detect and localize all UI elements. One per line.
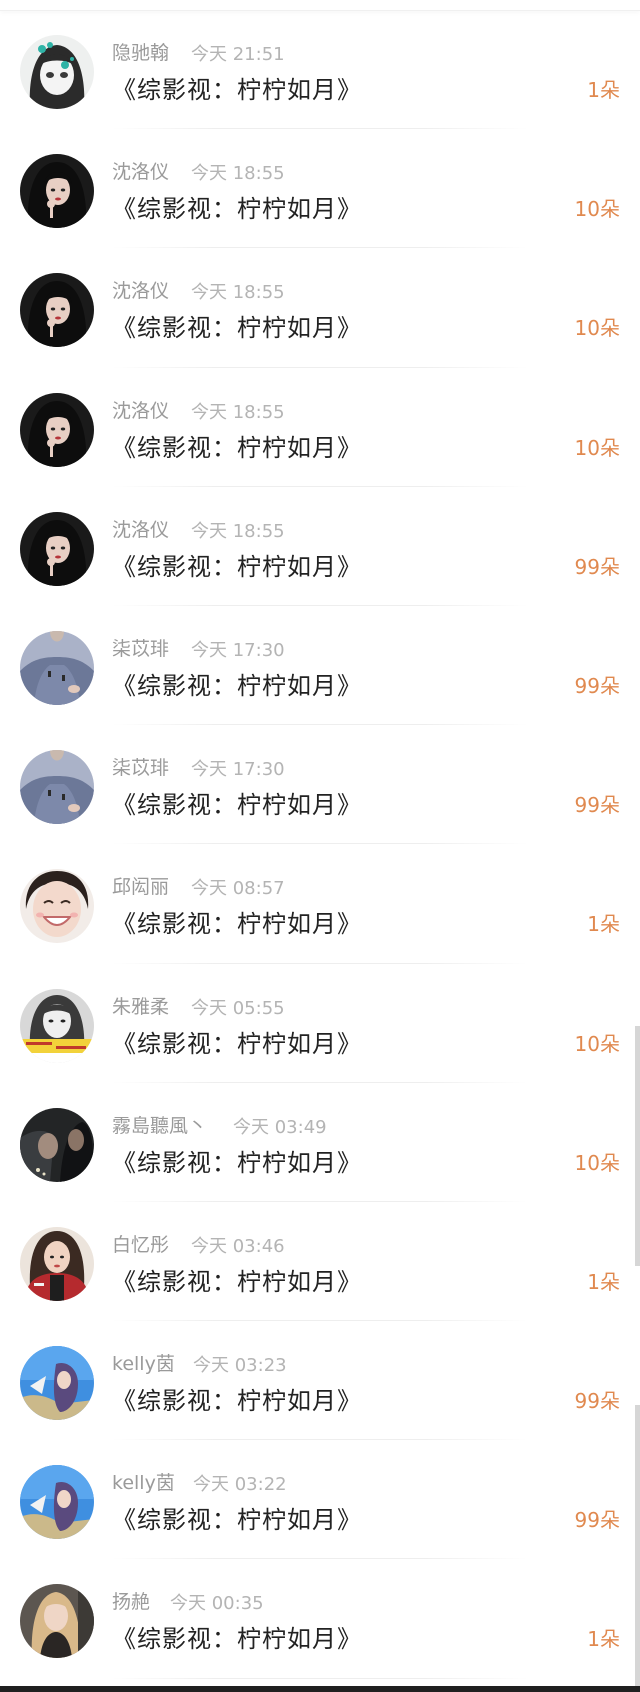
avatar[interactable] <box>20 1465 94 1540</box>
book-title[interactable]: 《综影视：柠柠如月》 <box>112 1024 362 1059</box>
gift-list: 隐驰翰 今天 21:51 《综影视：柠柠如月》 1朵 沈洛仪 今天 18:55 … <box>0 10 640 1679</box>
flower-count: 10朵 <box>574 1150 620 1175</box>
user-name[interactable]: 白忆彤 <box>112 1230 169 1257</box>
scrollbar-thumb[interactable] <box>635 1026 640 1266</box>
timestamp: 今天 18:55 <box>191 282 285 304</box>
flower-count: 10朵 <box>574 197 620 222</box>
flower-count: 1朵 <box>587 1627 620 1652</box>
flower-count: 99朵 <box>574 1389 620 1414</box>
flower-count: 1朵 <box>587 912 620 937</box>
book-title[interactable]: 《综影视：柠柠如月》 <box>112 428 362 463</box>
book-title[interactable]: 《综影视：柠柠如月》 <box>112 1262 362 1297</box>
list-item[interactable]: 沈洛仪 今天 18:55 《综影视：柠柠如月》 10朵 <box>0 129 640 249</box>
timestamp: 今天 05:55 <box>191 997 285 1019</box>
timestamp: 今天 08:57 <box>191 878 285 900</box>
list-item[interactable]: 沈洛仪 今天 18:55 《综影视：柠柠如月》 10朵 <box>0 368 640 487</box>
list-item[interactable]: kelly茵 今天 03:22 《综影视：柠柠如月》 99朵 <box>0 1440 640 1560</box>
list-item[interactable]: 扬赩 今天 00:35 《综影视：柠柠如月》 1朵 <box>0 1559 640 1679</box>
list-item[interactable]: 霧島聽風丶 今天 03:49 《综影视：柠柠如月》 10朵 <box>0 1083 640 1203</box>
list-item[interactable]: kelly茵 今天 03:23 《综影视：柠柠如月》 99朵 <box>0 1321 640 1441</box>
flower-count: 10朵 <box>574 316 620 341</box>
timestamp: 今天 03:46 <box>191 1235 285 1257</box>
flower-count: 10朵 <box>574 435 620 460</box>
avatar[interactable] <box>20 273 94 348</box>
book-title[interactable]: 《综影视：柠柠如月》 <box>112 904 362 939</box>
timestamp: 今天 00:35 <box>170 1593 264 1615</box>
user-name[interactable]: 柒苡琲 <box>112 753 169 780</box>
timestamp: 今天 18:55 <box>191 520 285 542</box>
avatar[interactable] <box>20 1107 94 1182</box>
book-title[interactable]: 《综影视：柠柠如月》 <box>112 1381 362 1416</box>
book-title[interactable]: 《综影视：柠柠如月》 <box>112 1143 362 1178</box>
list-item[interactable]: 白忆彤 今天 03:46 《综影视：柠柠如月》 1朵 <box>0 1202 640 1322</box>
bottom-edge <box>0 1686 640 1692</box>
timestamp: 今天 03:49 <box>233 1116 327 1138</box>
book-title[interactable]: 《综影视：柠柠如月》 <box>112 1500 362 1535</box>
avatar[interactable] <box>20 630 94 705</box>
timestamp: 今天 03:22 <box>193 1474 287 1496</box>
avatar[interactable] <box>20 392 94 467</box>
list-item[interactable]: 柒苡琲 今天 17:30 《综影视：柠柠如月》 99朵 <box>0 606 640 726</box>
book-title[interactable]: 《综影视：柠柠如月》 <box>112 308 362 343</box>
timestamp: 今天 18:55 <box>191 401 285 423</box>
flower-count: 99朵 <box>574 554 620 579</box>
scrollbar-track[interactable] <box>635 1405 640 1692</box>
book-title[interactable]: 《综影视：柠柠如月》 <box>112 547 362 582</box>
user-name[interactable]: 沈洛仪 <box>112 157 169 184</box>
user-name[interactable]: 沈洛仪 <box>112 396 169 423</box>
user-name[interactable]: 邱闳丽 <box>112 872 169 899</box>
user-name[interactable]: 沈洛仪 <box>112 515 169 542</box>
avatar[interactable] <box>20 869 94 944</box>
book-title[interactable]: 《综影视：柠柠如月》 <box>112 189 362 224</box>
book-title[interactable]: 《综影视：柠柠如月》 <box>112 785 362 820</box>
list-item[interactable]: 沈洛仪 今天 18:55 《综影视：柠柠如月》 99朵 <box>0 487 640 607</box>
user-name[interactable]: 朱雅柔 <box>112 992 169 1019</box>
user-name[interactable]: kelly茵 <box>112 1468 175 1495</box>
user-name[interactable]: 扬赩 <box>112 1587 150 1614</box>
list-item[interactable]: 邱闳丽 今天 08:57 《综影视：柠柠如月》 1朵 <box>0 844 640 964</box>
timestamp: 今天 21:51 <box>191 44 285 65</box>
list-item[interactable]: 朱雅柔 今天 05:55 《综影视：柠柠如月》 10朵 <box>0 964 640 1083</box>
avatar[interactable] <box>20 1584 94 1659</box>
avatar[interactable] <box>20 1346 94 1421</box>
flower-count: 99朵 <box>574 793 620 818</box>
timestamp: 今天 17:30 <box>191 639 285 661</box>
flower-count: 10朵 <box>574 1031 620 1056</box>
user-name[interactable]: 柒苡琲 <box>112 634 169 661</box>
list-item[interactable]: 沈洛仪 今天 18:55 《综影视：柠柠如月》 10朵 <box>0 248 640 368</box>
avatar[interactable] <box>20 750 94 825</box>
user-name[interactable]: kelly茵 <box>112 1349 175 1376</box>
book-title[interactable]: 《综影视：柠柠如月》 <box>112 1619 362 1654</box>
flower-count: 99朵 <box>574 673 620 698</box>
flower-count: 99朵 <box>574 1508 620 1533</box>
avatar[interactable] <box>20 1226 94 1301</box>
list-item[interactable]: 隐驰翰 今天 21:51 《综影视：柠柠如月》 1朵 <box>0 10 640 130</box>
avatar[interactable] <box>20 988 94 1063</box>
book-title[interactable]: 《综影视：柠柠如月》 <box>112 70 362 105</box>
avatar[interactable] <box>20 35 94 109</box>
timestamp: 今天 18:55 <box>191 163 285 185</box>
flower-count: 1朵 <box>587 1269 620 1294</box>
book-title[interactable]: 《综影视：柠柠如月》 <box>112 666 362 701</box>
avatar[interactable] <box>20 511 94 586</box>
user-name[interactable]: 霧島聽風丶 <box>112 1111 207 1138</box>
user-name[interactable]: 沈洛仪 <box>112 276 169 303</box>
flower-count: 1朵 <box>587 78 620 102</box>
user-name[interactable]: 隐驰翰 <box>112 38 169 65</box>
list-item[interactable]: 柒苡琲 今天 17:30 《综影视：柠柠如月》 99朵 <box>0 725 640 845</box>
avatar[interactable] <box>20 154 94 229</box>
timestamp: 今天 03:23 <box>193 1355 287 1377</box>
timestamp: 今天 17:30 <box>191 759 285 781</box>
